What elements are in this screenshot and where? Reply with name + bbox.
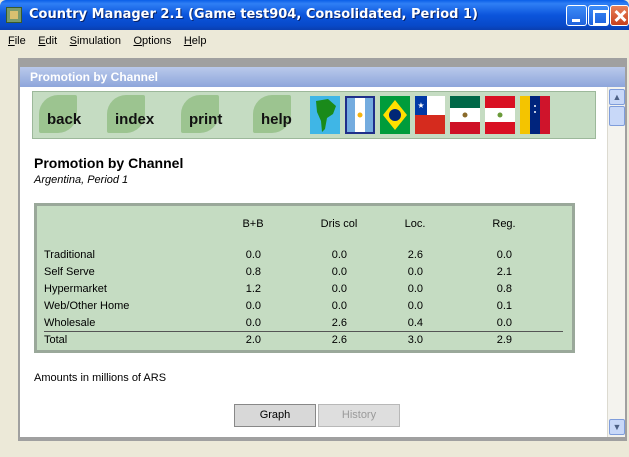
table-cell: 0.0: [331, 283, 347, 295]
table-cell: 0.0: [496, 249, 512, 261]
venezuela-flag-icon[interactable]: [520, 96, 550, 134]
report-title: Promotion by Channel: [34, 155, 184, 171]
chile-flag-icon[interactable]: ★: [415, 96, 445, 134]
table-cell: 0.0: [331, 266, 347, 278]
promotion-table: B+B Dris col Loc. Reg. Traditional 0.0 0…: [34, 203, 575, 353]
row-label-self-serve: Self Serve: [44, 266, 95, 278]
column-header: B+B: [242, 218, 264, 230]
mexico-flag-icon[interactable]: [450, 96, 480, 134]
row-label-total: Total: [44, 334, 68, 346]
svg-text:★: ★: [417, 101, 424, 110]
graph-button[interactable]: Graph: [234, 404, 316, 427]
close-button[interactable]: [610, 5, 629, 26]
table-cell: 0.8: [245, 266, 261, 278]
maximize-button[interactable]: [588, 5, 609, 26]
table-cell: 0.1: [496, 300, 512, 312]
table-cell: 2.1: [496, 266, 512, 278]
table-cell: 0.0: [496, 317, 512, 329]
total-divider: [44, 331, 563, 332]
navigation-toolbar: back index print help ★: [32, 91, 596, 139]
brazil-flag-icon[interactable]: [380, 96, 410, 134]
table-cell: 2.6: [331, 317, 347, 329]
table-cell: 0.0: [407, 283, 423, 295]
report-content: back index print help ★ Promotion by Cha…: [20, 87, 607, 437]
table-cell: 0.0: [245, 300, 261, 312]
pane-header: Promotion by Channel: [20, 67, 625, 87]
table-cell: 2.6: [407, 249, 423, 261]
table-cell: 0.0: [331, 249, 347, 261]
table-cell: 0.4: [407, 317, 423, 329]
row-label-hypermarket: Hypermarket: [44, 283, 107, 295]
menu-simulation[interactable]: Simulation: [66, 30, 125, 52]
row-label-wholesale: Wholesale: [44, 317, 96, 329]
menu-file[interactable]: File: [4, 30, 30, 52]
table-cell: 0.0: [407, 266, 423, 278]
table-cell: 0.0: [245, 249, 261, 261]
total-cell: 2.9: [496, 334, 512, 346]
index-button[interactable]: index: [107, 95, 187, 135]
history-button[interactable]: History: [318, 404, 400, 427]
argentina-flag-icon[interactable]: [345, 96, 375, 134]
minimize-button[interactable]: [566, 5, 587, 26]
scroll-up-icon[interactable]: ▲: [609, 89, 625, 105]
app-icon[interactable]: [6, 7, 22, 23]
peru-flag-icon[interactable]: [485, 96, 515, 134]
total-cell: 2.0: [245, 334, 261, 346]
table-cell: 0.8: [496, 283, 512, 295]
column-header: Loc.: [404, 218, 426, 230]
menu-help[interactable]: Help: [180, 30, 211, 52]
report-subtitle: Argentina, Period 1: [34, 174, 129, 186]
vertical-scrollbar[interactable]: ▲ ▼: [607, 87, 625, 437]
column-header: Reg.: [492, 218, 516, 230]
back-button[interactable]: back: [39, 95, 107, 135]
table-cell: 1.2: [245, 283, 261, 295]
total-cell: 2.6: [331, 334, 347, 346]
scroll-down-icon[interactable]: ▼: [609, 419, 625, 435]
table-cell: 0.0: [407, 300, 423, 312]
scroll-thumb[interactable]: [609, 106, 625, 126]
menu-options[interactable]: Options: [129, 30, 175, 52]
window-title: Country Manager 2.1 (Game test904, Conso…: [29, 7, 478, 22]
south-america-map-icon[interactable]: [310, 96, 340, 134]
menu-edit[interactable]: Edit: [34, 30, 61, 52]
row-label-web-other-home: Web/Other Home: [44, 300, 130, 312]
row-label-traditional: Traditional: [44, 249, 95, 261]
column-header: Dris col: [320, 218, 358, 230]
amounts-note: Amounts in millions of ARS: [34, 372, 167, 384]
table-cell: 0.0: [331, 300, 347, 312]
total-cell: 3.0: [407, 334, 423, 346]
print-button[interactable]: print: [181, 95, 247, 135]
menu-bar: File Edit Simulation Options Help: [0, 30, 629, 52]
title-bar: Country Manager 2.1 (Game test904, Conso…: [0, 0, 629, 30]
table-cell: 0.0: [245, 317, 261, 329]
